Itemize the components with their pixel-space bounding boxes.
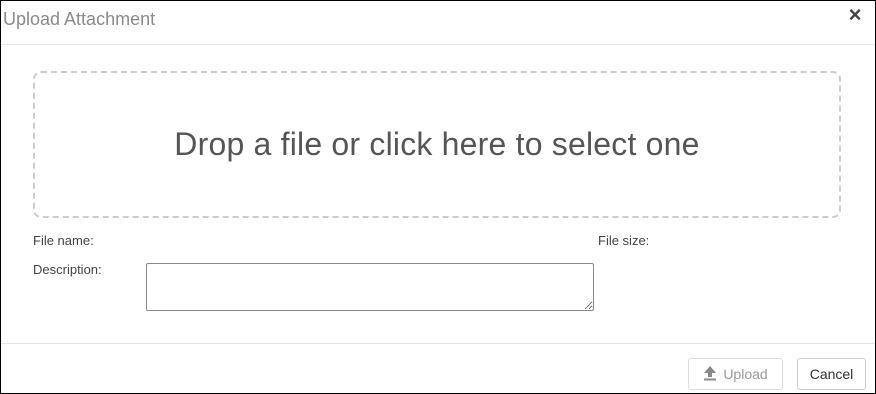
upload-button[interactable]: Upload [688, 358, 783, 390]
upload-attachment-dialog: Upload Attachment × Drop a file or click… [0, 0, 876, 394]
description-input[interactable] [146, 263, 594, 311]
cancel-button-label: Cancel [809, 366, 854, 382]
file-dropzone[interactable]: Drop a file or click here to select one [33, 71, 841, 218]
dialog-title: Upload Attachment [3, 9, 156, 29]
cancel-button[interactable]: Cancel [797, 358, 866, 390]
file-name-label: File name: [33, 233, 94, 248]
dialog-header: Upload Attachment × [1, 1, 875, 45]
dropzone-text: Drop a file or click here to select one [174, 126, 700, 162]
description-label: Description: [33, 262, 102, 277]
close-button[interactable]: × [845, 4, 865, 26]
dialog-footer: Upload Cancel [1, 343, 875, 394]
upload-icon [704, 366, 717, 381]
file-size-label: File size: [598, 233, 650, 248]
close-icon: × [848, 2, 862, 27]
upload-button-label: Upload [723, 366, 768, 382]
